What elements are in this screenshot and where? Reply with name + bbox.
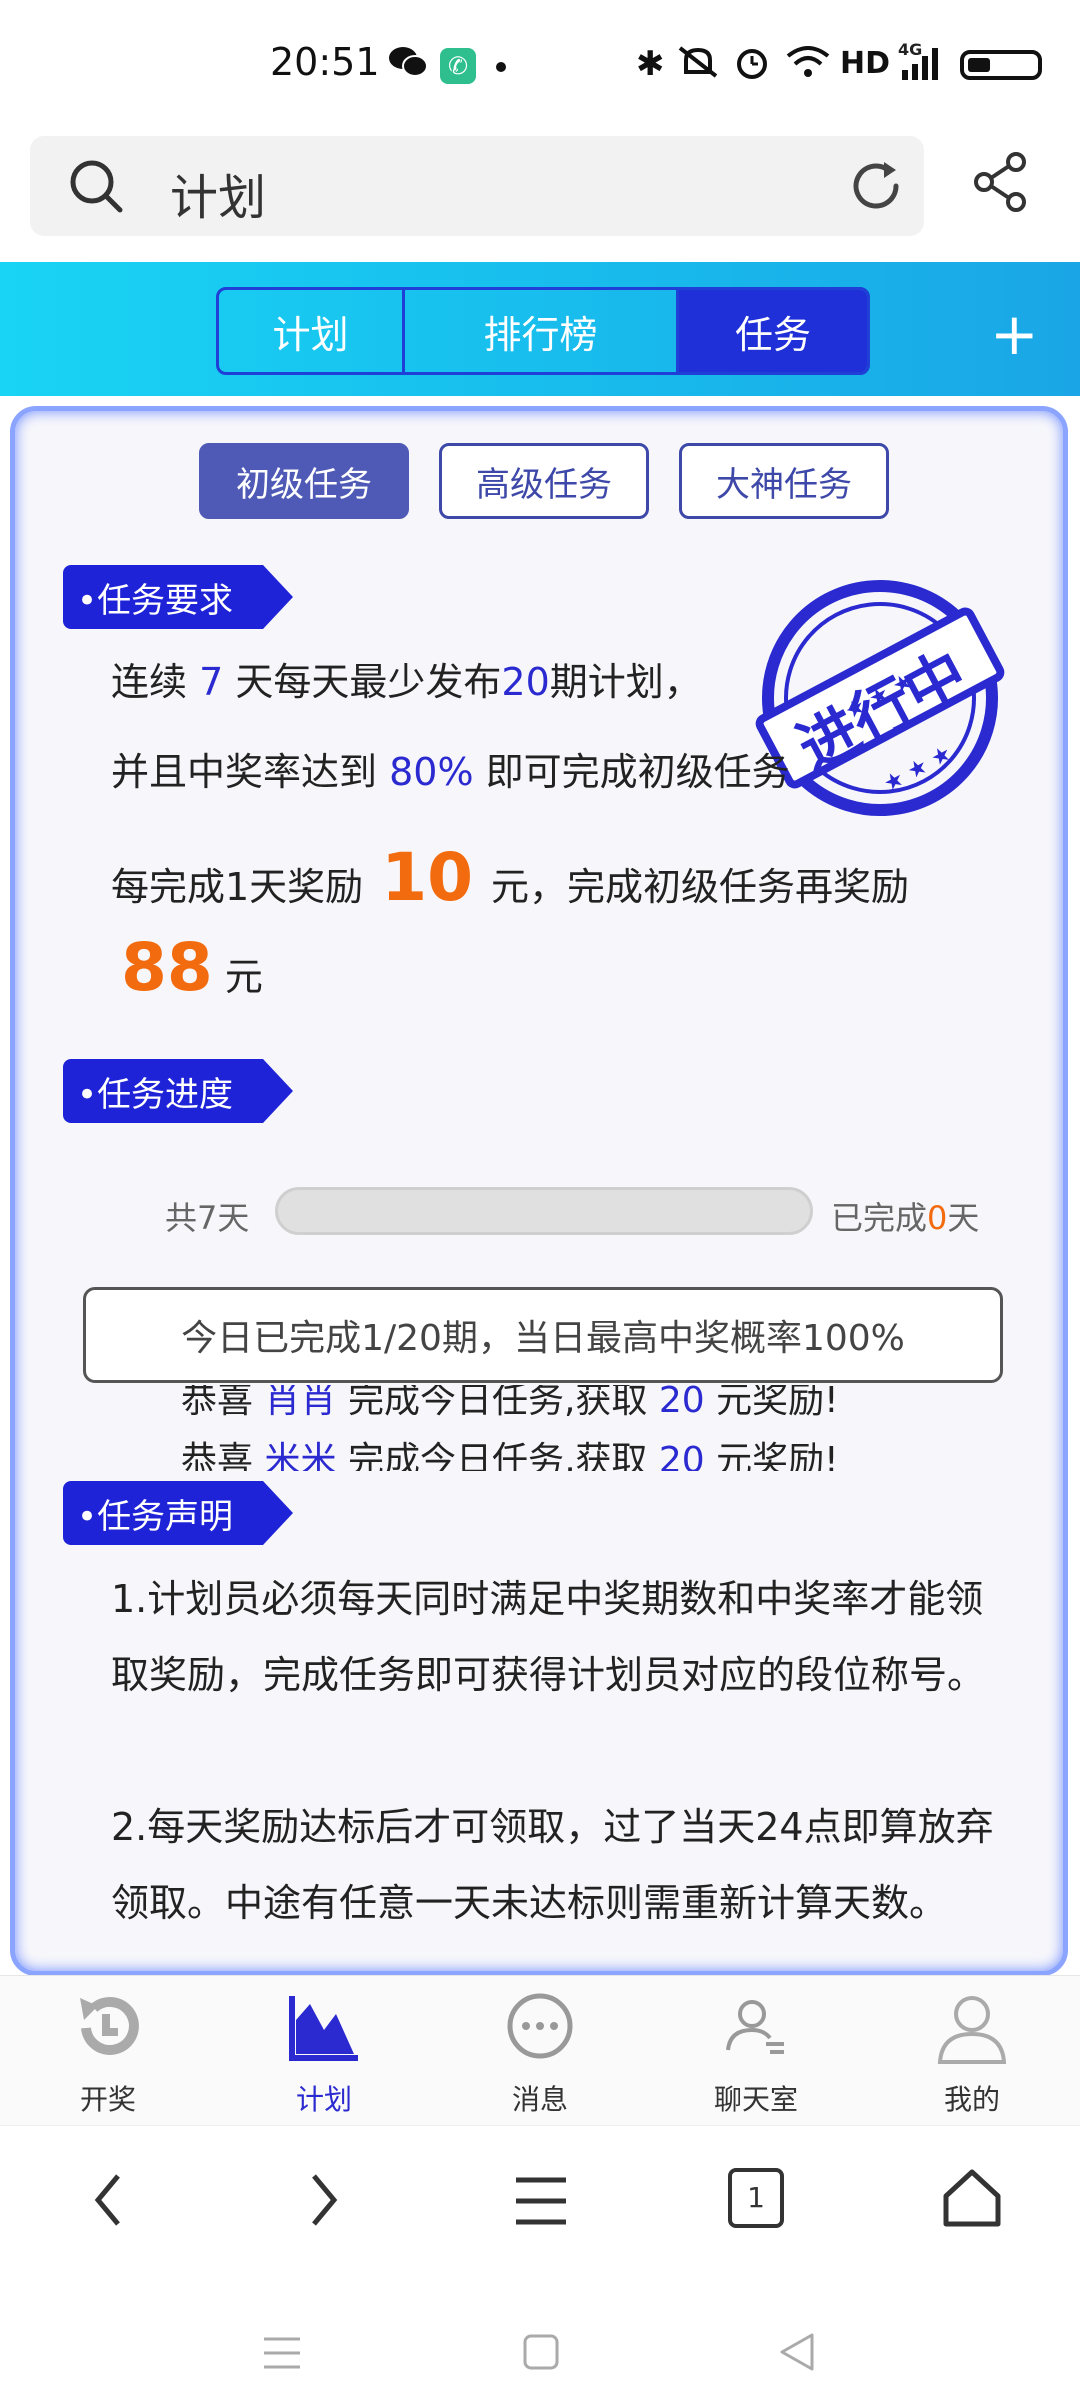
status-time: 20:51 bbox=[270, 40, 380, 84]
lottery-draw-icon bbox=[70, 1990, 146, 2070]
section-statement-header: •任务声明 bbox=[63, 1481, 293, 1545]
nav-message[interactable]: 消息 bbox=[432, 1976, 648, 2126]
mute-icon bbox=[676, 44, 720, 89]
refresh-icon[interactable] bbox=[848, 158, 904, 218]
today-status-box: 今日已完成1/20期，当日最高中奖概率100% bbox=[83, 1287, 1003, 1383]
nav-label: 聊天室 bbox=[713, 2083, 798, 2116]
profile-icon bbox=[934, 1990, 1010, 2070]
required-days: 7 bbox=[199, 660, 224, 704]
level-basic-button[interactable]: 初级任务 bbox=[199, 443, 409, 519]
level-master-button[interactable]: 大神任务 bbox=[679, 443, 889, 519]
completed-days-label: 已完成0天 bbox=[831, 1199, 980, 1237]
section-progress-header: •任务进度 bbox=[63, 1059, 293, 1123]
section-title: •任务要求 bbox=[77, 581, 234, 621]
ticker-line-1: 恭喜 肖肖 完成今日任务,获取 20 元奖励! bbox=[181, 1385, 839, 1421]
requirement-line-1: 连续 7 天每天最少发布20期计划， bbox=[111, 660, 702, 704]
requirement-line-3: 每完成1天奖励 10 元，完成初级任务再奖励 bbox=[111, 839, 910, 916]
nav-label: 消息 bbox=[511, 2083, 568, 2116]
share-icon[interactable] bbox=[970, 150, 1034, 218]
section-title: •任务进度 bbox=[77, 1075, 234, 1115]
level-advanced-button[interactable]: 高级任务 bbox=[439, 443, 649, 519]
home-icon[interactable] bbox=[940, 2166, 1004, 2234]
tab-leaderboard[interactable]: 排行榜 bbox=[405, 290, 679, 372]
nav-label: 计划 bbox=[295, 2083, 352, 2116]
nav-label: 开奖 bbox=[79, 2083, 136, 2116]
in-progress-stamp: ★ ★ ★ ★ ★ ★ 进行中 bbox=[755, 573, 1005, 823]
requirement-line-4: 88 元 bbox=[121, 929, 263, 1006]
battery-icon bbox=[960, 50, 1050, 86]
system-nav-bar bbox=[0, 2275, 1080, 2400]
top-tabs: 计划 排行榜 任务 bbox=[216, 287, 870, 375]
browser-toolbar: 1 bbox=[0, 2125, 1080, 2276]
hd-badge: HD bbox=[840, 46, 891, 81]
back-icon[interactable] bbox=[88, 2170, 128, 2234]
chatroom-icon bbox=[718, 1990, 794, 2070]
total-days-label: 共7天 bbox=[165, 1199, 250, 1237]
search-query[interactable]: 计划 bbox=[170, 158, 266, 228]
search-bar[interactable]: 计划 bbox=[30, 136, 924, 236]
statement-paragraph-2: 2.每天奖励达标后才可领取，过了当天24点即算放弃领取。中途有任意一天未达标则需… bbox=[111, 1805, 994, 1925]
tabs-count-button[interactable]: 1 bbox=[728, 2168, 784, 2228]
progress-bar bbox=[275, 1187, 813, 1235]
alarm-icon bbox=[734, 44, 770, 89]
nav-plan[interactable]: 计划 bbox=[216, 1976, 432, 2126]
nav-label: 我的 bbox=[943, 2083, 1000, 2116]
phone-call-icon: ✆ bbox=[440, 48, 476, 84]
task-card: 初级任务 高级任务 大神任务 ★ ★ ★ ★ ★ ★ 进行中 •任务要求 连续 … bbox=[10, 406, 1068, 1976]
status-bar: 20:51 ✆ ✱ HD 4G bbox=[0, 0, 1080, 130]
statement-paragraph-1: 1.计划员必须每天同时满足中奖期数和中奖率才能领取奖励，完成任务即可获得计划员对… bbox=[111, 1577, 986, 1697]
nav-lottery[interactable]: 开奖 bbox=[0, 1976, 216, 2126]
system-home-icon[interactable] bbox=[522, 2333, 560, 2375]
tab-plan[interactable]: 计划 bbox=[219, 290, 405, 372]
forward-icon[interactable] bbox=[304, 2170, 344, 2234]
message-icon bbox=[502, 1990, 578, 2070]
section-requirement-header: •任务要求 bbox=[63, 565, 293, 629]
system-back-icon[interactable] bbox=[776, 2331, 816, 2377]
ticker-line-2: 恭喜 米米 完成今日任务,获取 20 元奖励! bbox=[181, 1440, 839, 1471]
winner-ticker: 恭喜 肖肖 完成今日任务,获取 20 元奖励! 恭喜 米米 完成今日任务,获取 … bbox=[15, 1385, 1063, 1471]
daily-reward: 10 bbox=[381, 839, 474, 916]
required-periods: 20 bbox=[501, 660, 550, 704]
requirement-line-2: 并且中奖率达到 80% 即可完成初级任务 bbox=[111, 750, 790, 794]
menu-icon[interactable] bbox=[514, 2174, 568, 2232]
add-icon[interactable]: + bbox=[990, 300, 1039, 368]
search-icon bbox=[68, 158, 124, 218]
notification-dot bbox=[496, 62, 506, 72]
nav-me[interactable]: 我的 bbox=[864, 1976, 1080, 2126]
chart-icon bbox=[286, 1990, 362, 2070]
recents-icon[interactable] bbox=[262, 2335, 302, 2375]
bluetooth-icon: ✱ bbox=[636, 44, 665, 84]
final-reward: 88 bbox=[121, 929, 213, 1006]
tab-task[interactable]: 任务 bbox=[679, 290, 867, 372]
wechat-icon bbox=[388, 44, 428, 89]
bottom-nav: 开奖 计划 消息 聊天室 我的 bbox=[0, 1975, 1080, 2126]
nav-chatroom[interactable]: 聊天室 bbox=[648, 1976, 864, 2126]
wifi-icon bbox=[786, 44, 830, 89]
required-rate: 80% bbox=[389, 750, 474, 794]
section-title: •任务声明 bbox=[77, 1497, 234, 1537]
